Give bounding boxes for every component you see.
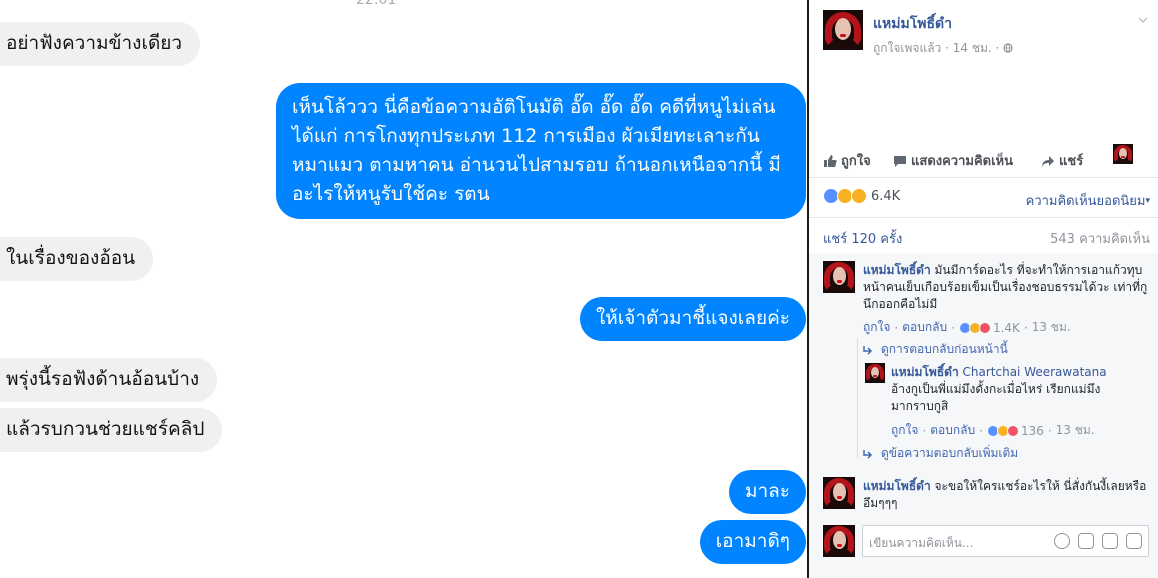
comment-reaction-count: 1.4K: [992, 320, 1020, 335]
comment-time: 13 ชม.: [1031, 320, 1071, 334]
comment-sort-dropdown[interactable]: ความคิดเห็นยอดนิยม▾: [1026, 190, 1150, 211]
comment-reply-link[interactable]: ตอบกลับ: [902, 318, 947, 337]
comment-author[interactable]: แหม่มโพธิ์ดำ: [863, 479, 931, 493]
more-replies-label: ดูข้อความตอบกลับเพิ่มเติม: [881, 446, 1019, 460]
gif-icon[interactable]: [1102, 533, 1118, 549]
previous-replies-label: ดูการตอบกลับก่อนหน้านี้: [881, 342, 1008, 356]
share-count-link[interactable]: แชร์ 120 ครั้ง: [823, 228, 902, 249]
previous-replies-link[interactable]: ดูการตอบกลับก่อนหน้านี้: [863, 340, 1008, 359]
chat-panel: 22:01 อย่าฟังความข้างเดียว เห็นโล้ววว นี…: [0, 0, 808, 578]
page-name-link[interactable]: แหม่มโพธิ์ดำ: [873, 13, 952, 35]
comment-author[interactable]: แหม่มโพธิ์ดำ: [863, 263, 931, 277]
comment-input-placeholder: เขียนความคิดเห็น...: [869, 536, 974, 550]
reaction-summary[interactable]: 6.4K: [823, 188, 900, 204]
view-as-selector[interactable]: [1113, 144, 1133, 164]
comment-sort-label: ความคิดเห็นยอดนิยม: [1025, 194, 1146, 209]
like-button[interactable]: ถูกใจ: [823, 150, 871, 171]
reply-reactions[interactable]: [986, 424, 1019, 437]
comment-input-tools: [1054, 533, 1142, 549]
comment-body: แหม่มโพธิ์ดำ จะขอให้ใครแชร์อะไรให้ นี่สั…: [863, 478, 1153, 512]
reaction-count: 6.4K: [871, 188, 901, 204]
chevron-down-icon[interactable]: [1137, 14, 1149, 26]
message-incoming: แล้วรบกวนช่วยแชร์คลิป: [0, 408, 223, 452]
comment-meta: ถูกใจ · ตอบกลับ · 1.4K · 13 ชม.: [863, 318, 1071, 337]
post-actions: ถูกใจ แสดงความคิดเห็น แชร์: [823, 144, 1153, 172]
caret-down-icon: ▾: [1145, 196, 1150, 206]
message-outgoing: ให้เจ้าตัวมาชี้แจงเลยค่ะ: [579, 297, 806, 341]
more-replies-link[interactable]: ดูข้อความตอบกลับเพิ่มเติม: [863, 444, 1018, 463]
message-outgoing: เอามาดิๆ: [699, 520, 806, 564]
comment-body: แหม่มโพธิ์ดำ มันมีการ์ดอะไร ที่จะทำให้กา…: [863, 262, 1153, 313]
separator: [809, 177, 1158, 178]
share-arrow-icon: [1042, 155, 1054, 167]
emoji-icon[interactable]: [1054, 533, 1070, 549]
share-label: แชร์: [1059, 154, 1084, 169]
reply-reply-link[interactable]: ตอบกลับ: [930, 421, 975, 440]
post-header: แหม่มโพธิ์ดำ ถูกใจเพจแล้ว · 14 ชม. ·: [823, 10, 1153, 60]
reply-thread-line: [857, 338, 858, 458]
reply-text: อ้างกูเป็นพี่แม่มึงดั้งกะเมื่อไหร่ เรียก…: [891, 382, 1101, 413]
facebook-post-panel: แหม่มโพธิ์ดำ ถูกใจเพจแล้ว · 14 ชม. · ถูก…: [809, 0, 1158, 578]
user-avatar: [823, 525, 855, 557]
comment-button[interactable]: แสดงความคิดเห็น: [893, 150, 1013, 171]
comment-count[interactable]: 543 ความคิดเห็น: [1050, 228, 1150, 249]
reply-arrow-icon: [863, 345, 873, 355]
like-label: ถูกใจ: [841, 154, 871, 169]
separator: [809, 217, 1158, 218]
camera-icon[interactable]: [1078, 533, 1094, 549]
wow-reaction-icon: [851, 188, 867, 204]
reply-body: แหม่มโพธิ์ดำ Chartchai Weerawatana อ้างก…: [891, 364, 1121, 415]
chat-timestamp: 22:01: [356, 0, 397, 8]
thumbs-up-icon: [824, 154, 837, 167]
reply-arrow-icon: [863, 449, 873, 459]
message-incoming: อย่าฟังความข้างเดียว: [0, 22, 201, 66]
post-meta: ถูกใจเพจแล้ว · 14 ชม. ·: [873, 39, 1013, 58]
comment-avatar[interactable]: [823, 477, 855, 509]
reply-author[interactable]: แหม่มโพธิ์ดำ: [891, 365, 959, 379]
comment-icon: [894, 155, 906, 167]
message-outgoing: เห็นโล้ววว นี่คือข้อความอัติโนมัติ อั๊ด …: [276, 83, 806, 219]
sticker-icon[interactable]: [1126, 533, 1142, 549]
viewer-avatar: [1113, 144, 1133, 164]
reply-meta: ถูกใจ · ตอบกลับ · 136 · 13 ชม.: [891, 421, 1095, 440]
comment-label: แสดงความคิดเห็น: [911, 154, 1014, 169]
share-button[interactable]: แชร์: [1041, 150, 1083, 171]
comment-reactions[interactable]: [958, 321, 991, 334]
post-meta-text: ถูกใจเพจแล้ว · 14 ชม. ·: [873, 41, 1000, 55]
reply-mention[interactable]: Chartchai Weerawatana: [963, 365, 1107, 379]
globe-icon: [1003, 43, 1013, 53]
reply-avatar[interactable]: [865, 363, 885, 383]
page-avatar[interactable]: [823, 10, 863, 50]
comment-input[interactable]: เขียนความคิดเห็น...: [862, 525, 1149, 557]
message-incoming: พรุ่งนี้รอฟังด้านอ้อนบ้าง: [0, 358, 218, 402]
message-outgoing: มาละ: [728, 470, 806, 514]
reply-time: 13 ชม.: [1055, 423, 1095, 437]
message-incoming: ในเรื่องของอ้อน: [0, 237, 154, 281]
reply-reaction-count: 136: [1020, 423, 1044, 438]
reply-like-link[interactable]: ถูกใจ: [891, 421, 918, 440]
comment-avatar[interactable]: [823, 261, 855, 293]
comment-like-link[interactable]: ถูกใจ: [863, 318, 890, 337]
